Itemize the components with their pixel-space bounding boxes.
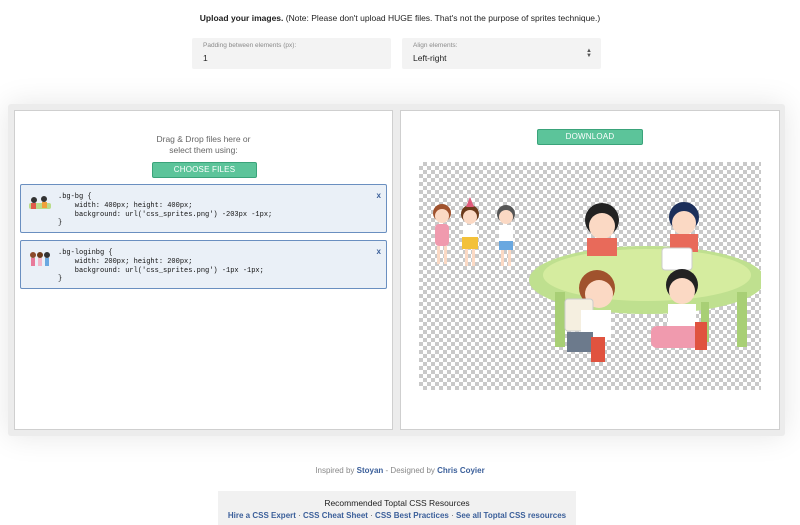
separator: · [448,511,456,520]
all-css-resources-link[interactable]: See all Toptal CSS resources [456,511,566,520]
inspired-text: Inspired by [315,466,355,475]
resources-links: Hire a CSS Expert · CSS Cheat Sheet · CS… [218,511,576,520]
align-select[interactable]: Align elements: Left-right ▲ ▼ [402,38,601,69]
stoyan-link[interactable]: Stoyan [357,466,384,475]
separator: · [295,511,304,520]
remove-item-icon[interactable]: x [377,247,381,256]
intro-bold: Upload your images. [199,13,284,23]
css-item: .bg-loginbg { width: 200px; height: 200p… [20,240,387,289]
css-cheat-sheet-link[interactable]: CSS Cheat Sheet [303,511,368,520]
intro-text: Upload your images. (Note: Please don't … [0,13,800,23]
preview-panel: DOWNLOAD [400,110,780,430]
padding-label: Padding between elements (px): [203,42,297,49]
chris-coyier-link[interactable]: Chris Coyier [437,466,485,475]
css-code: .bg-loginbg { width: 200px; height: 200p… [58,249,264,284]
designed-text: - Designed by [385,466,435,475]
resources-box: Recommended Toptal CSS Resources Hire a … [218,491,576,525]
three-kids-illustration [433,197,515,266]
css-code: .bg-bg { width: 400px; height: 400px; ba… [58,193,273,228]
separator: · [367,511,376,520]
align-label: Align elements: [413,42,458,49]
align-value[interactable]: Left-right [413,53,590,63]
remove-item-icon[interactable]: x [377,191,381,200]
drop-line-2: select them using: [169,145,238,155]
kids-thumbnail-icon [30,252,50,266]
kids-thumbnail-icon [29,196,51,209]
download-button[interactable]: DOWNLOAD [537,129,643,145]
padding-input[interactable]: 1 [203,53,380,63]
padding-field[interactable]: Padding between elements (px): 1 [192,38,391,69]
resources-title: Recommended Toptal CSS Resources [324,498,470,508]
classroom-table-illustration [529,202,765,362]
intro-note: (Note: Please don't upload HUGE files. T… [283,13,601,23]
sprite-preview [419,162,765,390]
css-best-practices-link[interactable]: CSS Best Practices [375,511,449,520]
upload-panel[interactable]: Drag & Drop files here or select them us… [14,110,393,430]
sprite-image [433,197,765,362]
hire-css-expert-link[interactable]: Hire a CSS Expert [228,511,296,520]
choose-files-button[interactable]: CHOOSE FILES [152,162,257,178]
css-item: .bg-bg { width: 400px; height: 400px; ba… [20,184,387,233]
drop-line-1: Drag & Drop files here or [156,134,251,144]
updown-arrows-icon: ▲ ▼ [586,48,592,59]
workspace: Drag & Drop files here or select them us… [8,104,785,436]
footer-credit: Inspired by Stoyan - Designed by Chris C… [0,466,800,475]
drop-zone-text: Drag & Drop files here or select them us… [15,134,392,156]
